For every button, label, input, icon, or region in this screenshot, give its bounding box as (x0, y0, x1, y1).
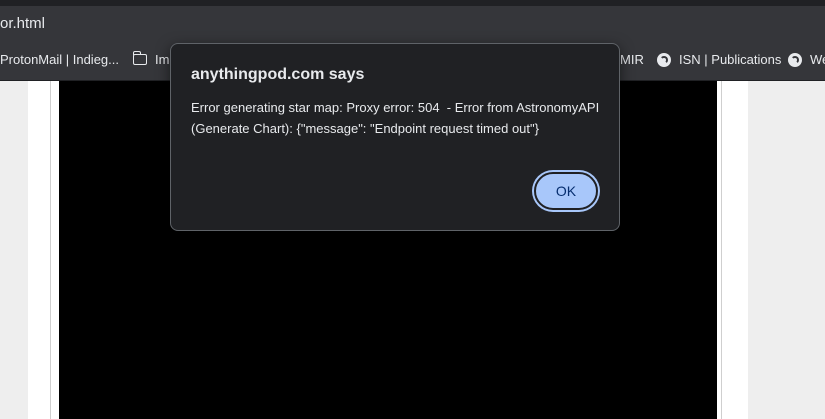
bookmark-label: Im (155, 52, 170, 67)
bookmark-label: ProtonMail | Indieg... (0, 52, 119, 67)
address-bar[interactable]: or.html (0, 6, 825, 42)
dialog-message: Error generating star map: Proxy error: … (191, 100, 600, 136)
globe-icon (788, 52, 802, 67)
address-url[interactable]: or.html (0, 15, 45, 32)
bookmark-folder-im[interactable]: Im (132, 51, 170, 67)
card-border-right (721, 81, 722, 419)
bookmark-mir[interactable]: MIR (620, 52, 644, 67)
dialog-title: anythingpod.com says (191, 66, 365, 83)
alert-dialog: anythingpod.com says Error generating st… (170, 43, 620, 231)
bookmark-label: ISN | Publications (679, 52, 782, 67)
folder-icon (132, 51, 147, 65)
bookmark-label: We (810, 52, 825, 67)
globe-icon (657, 52, 671, 67)
bookmark-we[interactable]: We (788, 52, 825, 67)
bookmark-isn-publications[interactable]: ISN | Publications (657, 52, 781, 67)
card-border-left (50, 81, 51, 419)
ok-button[interactable]: OK (534, 172, 598, 210)
bookmark-protonmail[interactable]: ProtonMail | Indieg... (0, 52, 119, 67)
bookmark-label: MIR (620, 52, 644, 67)
